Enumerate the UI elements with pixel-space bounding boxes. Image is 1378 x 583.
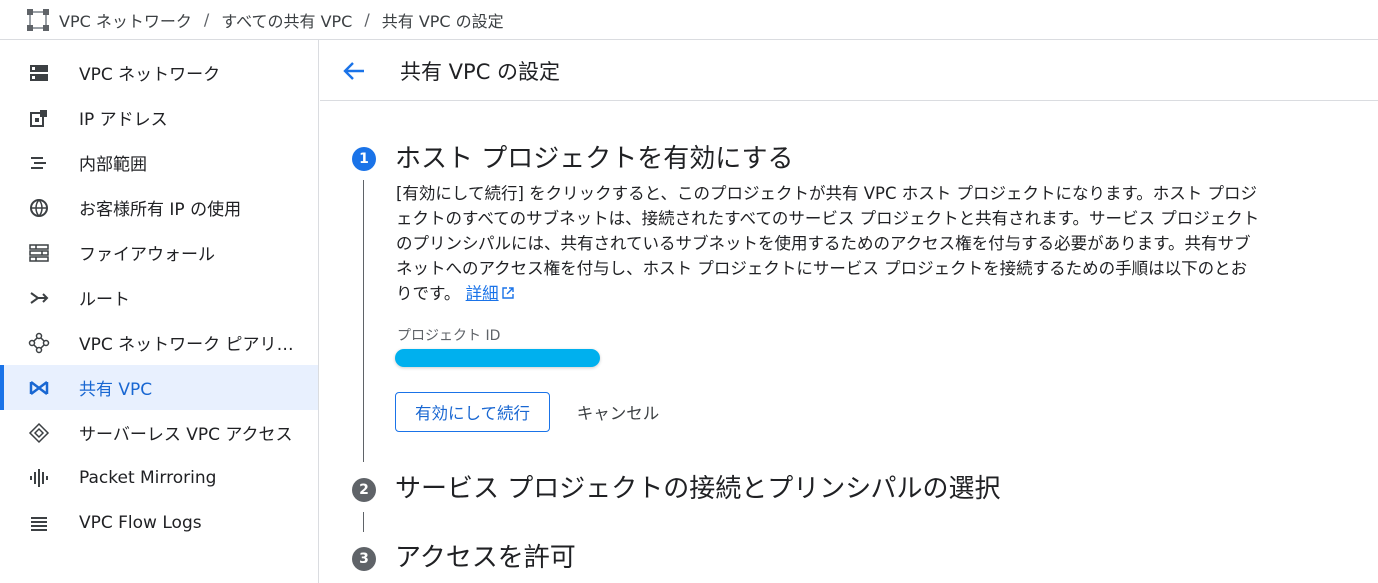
page-title: 共有 VPC の設定 [400,60,561,84]
external-link-icon [501,287,514,299]
sidebar-item-shared-vpc[interactable]: 共有 VPC [0,365,318,410]
sidebar-item-routes[interactable]: ルート [0,275,318,320]
sidebar-item-vpc-flow-logs[interactable]: VPC Flow Logs [0,500,318,545]
sidebar-item-ip-addresses[interactable]: IP アドレス [0,95,318,140]
breadcrumb-separator: / [203,10,210,29]
project-id-value-redacted [395,349,600,367]
sidebar-item-label: サーバーレス VPC アクセス [79,425,293,445]
breadcrumb: VPC ネットワーク / すべての共有 VPC / 共有 VPC の設定 [0,0,1378,40]
description-line: [有効にして続行] をクリックすると、このプロジェクトが共有 VPC ホスト プ… [396,184,1258,203]
sidebar-item-vpc-network[interactable]: VPC ネットワーク [0,50,318,95]
peering-icon [28,332,50,354]
sidebar: VPC ネットワーク IP アドレス 内部範囲 お客様所有 IP の使用 ファイ… [0,40,319,583]
description-line: ネットへのアクセス権を付与し、ホスト プロジェクトにサービス プロジェクトを接続… [396,259,1248,278]
step-1-description: [有効にして続行] をクリックすると、このプロジェクトが共有 VPC ホスト プ… [396,181,1316,306]
sidebar-item-label: VPC ネットワーク ピアリング [79,335,301,355]
sidebar-item-label: VPC Flow Logs [79,512,202,533]
step-3-title: アクセスを許可 [395,543,576,573]
sidebar-item-serverless-vpc-access[interactable]: サーバーレス VPC アクセス [0,410,318,455]
learn-more-label: 詳細 [465,284,499,303]
sidebar-item-label: ルート [79,290,130,310]
step-2-title: サービス プロジェクトの接続とプリンシパルの選択 [395,474,1001,504]
back-arrow-icon[interactable] [340,57,368,85]
sidebar-item-internal-ranges[interactable]: 内部範囲 [0,140,318,185]
breadcrumb-item-current: 共有 VPC の設定 [381,11,504,31]
cancel-button[interactable]: キャンセル [563,392,673,432]
internal-ranges-icon [31,157,46,169]
sidebar-item-label: 共有 VPC [79,380,153,400]
globe-icon [30,199,48,217]
vpc-network-logo-icon [27,8,49,31]
sidebar-item-label: VPC ネットワーク [79,65,221,85]
breadcrumb-item-vpc-network[interactable]: VPC ネットワーク [59,8,192,32]
routes-icon [30,292,49,304]
main-content: 共有 VPC の設定 1 ホスト プロジェクトを有効にする [有効にして続行] … [320,40,1378,583]
vpc-network-icon [30,65,48,81]
firewall-icon [29,244,49,262]
project-id-label: プロジェクト ID [397,328,501,344]
sidebar-item-firewall[interactable]: ファイアウォール [0,230,318,275]
step-2-number: 2 [352,478,376,502]
sidebar-item-label: IP アドレス [79,110,168,130]
breadcrumb-item-all-shared-vpc[interactable]: すべての共有 VPC [221,8,352,32]
flow-logs-icon [31,517,47,531]
sidebar-item-packet-mirroring[interactable]: Packet Mirroring [0,455,318,500]
step-2-connector [363,512,364,532]
step-1-title: ホスト プロジェクトを有効にする [395,144,794,174]
packet-mirroring-icon [30,469,48,487]
page-header: 共有 VPC の設定 [320,40,1378,101]
sidebar-item-customer-owned-ip[interactable]: お客様所有 IP の使用 [0,185,318,230]
sidebar-item-vpc-peering[interactable]: VPC ネットワーク ピアリング [0,320,318,365]
description-line: のプリンシパルには、共有されているサブネットを使用するためのアクセス権を付与する… [396,234,1251,253]
step-1-connector [363,180,364,462]
step-3-number: 3 [352,547,376,571]
sidebar-item-label: お客様所有 IP の使用 [79,200,242,220]
shared-vpc-icon [29,381,49,395]
sidebar-item-label: ファイアウォール [79,245,215,265]
ip-address-icon [30,110,47,127]
learn-more-link[interactable]: 詳細 [466,284,515,303]
serverless-icon [28,422,50,444]
breadcrumb-separator: / [364,10,370,29]
description-line: ェクトのすべてのサブネットは、接続されたすべてのサービス プロジェクトと共有され… [396,209,1260,228]
step-1-number: 1 [352,147,376,171]
enable-and-continue-button[interactable]: 有効にして続行 [395,392,550,432]
sidebar-item-label: 内部範囲 [79,155,147,175]
description-line: りです。 [396,284,461,303]
sidebar-item-label: Packet Mirroring [79,467,217,488]
